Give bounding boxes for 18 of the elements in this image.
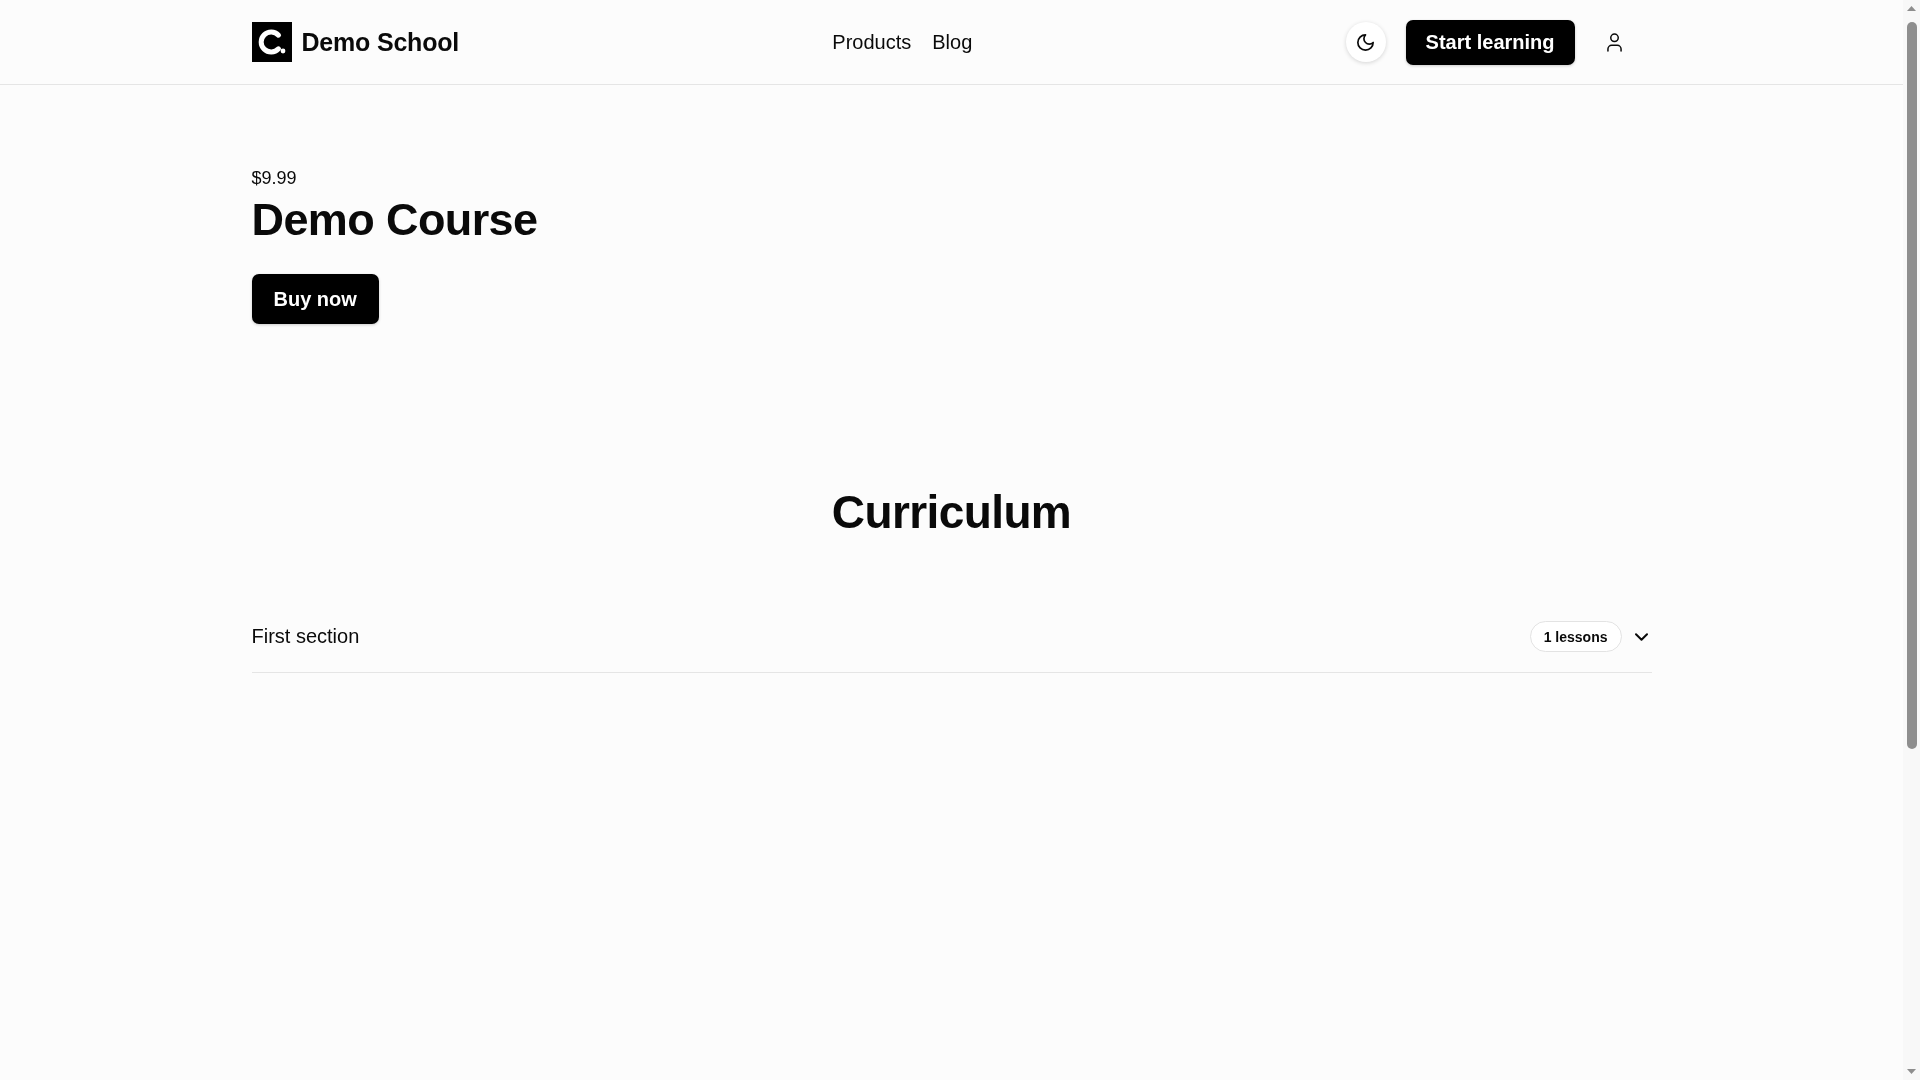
section-title[interactable]: First section <box>251 625 360 648</box>
user-icon <box>1607 32 1622 52</box>
up-arrow-icon[interactable] <box>1907 6 1916 11</box>
curriculum-heading: Curriculum <box>830 487 1073 537</box>
down-arrow-icon[interactable] <box>1907 1069 1916 1074</box>
start-learning-button[interactable]: Start learning <box>1405 19 1575 65</box>
course-price: $9.99 <box>251 167 297 190</box>
chevron-down-icon[interactable] <box>1634 632 1648 641</box>
buy-now-button[interactable]: Buy now <box>251 274 379 324</box>
brand-name[interactable]: Demo School <box>301 27 460 57</box>
lesson-count-badge: 1 lessons <box>1529 621 1622 652</box>
nav-link[interactable]: Blog <box>932 30 973 54</box>
logo-icon[interactable] <box>251 22 292 62</box>
scrollbar-thumb[interactable] <box>1906 22 1917 749</box>
moon-icon <box>1357 33 1375 51</box>
course-title: Demo Course <box>251 195 538 245</box>
nav-link[interactable]: Products <box>832 30 912 54</box>
theme-toggle-button[interactable] <box>1345 22 1386 62</box>
